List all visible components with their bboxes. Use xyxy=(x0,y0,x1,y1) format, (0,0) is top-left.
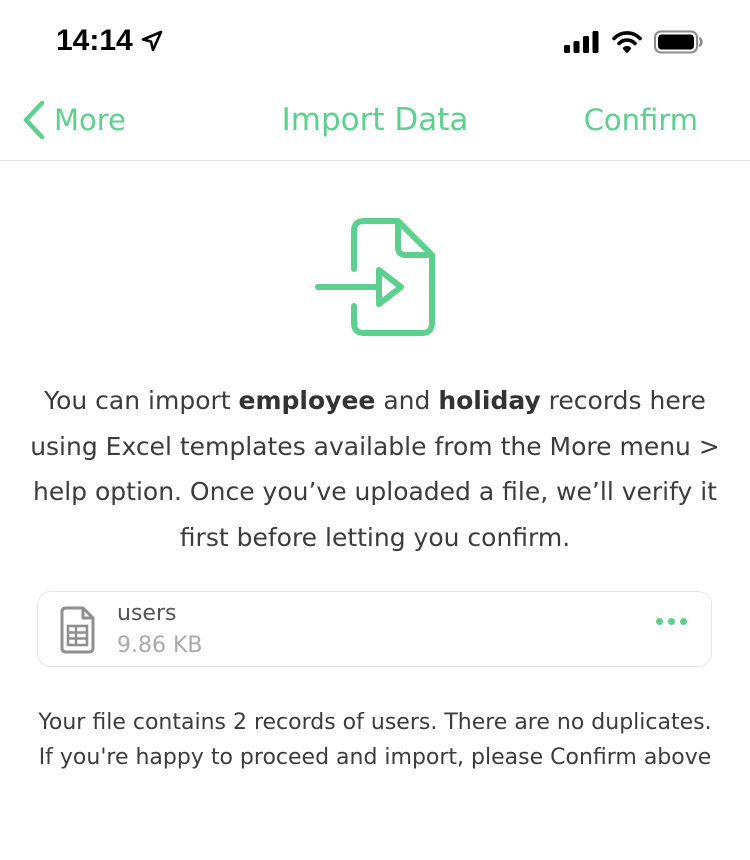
status-indicators xyxy=(564,30,704,54)
status-bar: 14:14 xyxy=(0,0,750,84)
import-summary-text: Your file contains 2 records of users. T… xyxy=(38,710,712,770)
uploaded-file-card[interactable]: users 9.86 KB xyxy=(37,591,712,667)
location-arrow-icon xyxy=(141,30,163,52)
intro-bold-employee: employee xyxy=(238,386,376,415)
file-name: users xyxy=(117,601,177,626)
more-dots-icon[interactable] xyxy=(656,618,687,625)
dot xyxy=(656,618,663,625)
file-import-icon xyxy=(314,216,438,338)
intro-text-part: You can import xyxy=(44,386,239,415)
dot xyxy=(680,618,687,625)
confirm-button[interactable]: Confirm xyxy=(584,103,698,137)
cellular-signal-icon xyxy=(564,30,600,54)
wifi-icon xyxy=(612,30,642,54)
file-size: 9.86 KB xyxy=(117,633,203,658)
intro-text-part: and xyxy=(375,386,439,415)
spreadsheet-file-icon xyxy=(58,606,96,654)
status-time-group: 14:14 xyxy=(56,24,163,58)
intro-bold-holiday: holiday xyxy=(438,386,541,415)
dot xyxy=(668,618,675,625)
status-time: 14:14 xyxy=(56,24,133,57)
nav-bar: More Import Data Confirm xyxy=(0,84,750,161)
intro-text: You can import employee and holiday reco… xyxy=(30,378,720,560)
battery-icon xyxy=(654,30,704,54)
